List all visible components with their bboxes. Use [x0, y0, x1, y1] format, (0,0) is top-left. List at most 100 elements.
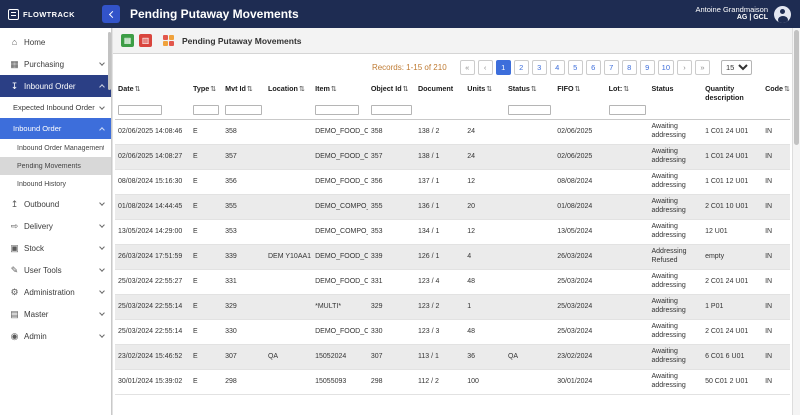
page-button-7[interactable]: 7 — [604, 60, 619, 75]
next-page-button[interactable]: › — [677, 60, 692, 75]
page-button-10[interactable]: 10 — [658, 60, 674, 75]
column-header-fifo[interactable]: FIFO⇅ — [554, 81, 605, 103]
cell-lot — [606, 294, 649, 319]
back-button[interactable] — [102, 5, 120, 23]
sort-icon[interactable]: ⇅ — [623, 86, 629, 93]
chevron-down-icon — [99, 310, 105, 316]
sidebar-item-administration[interactable]: ⚙Administration — [0, 281, 111, 303]
cell-date: 02/06/2025 14:08:27 — [115, 144, 190, 169]
cell-fifo: 25/03/2024 — [554, 319, 605, 344]
first-page-button[interactable]: « — [460, 60, 475, 75]
sidebar-item-admin[interactable]: ◉Admin — [0, 325, 111, 347]
sidebar-item-user-tools[interactable]: ✎User Tools — [0, 259, 111, 281]
cell-document: 137 / 1 — [415, 169, 464, 194]
column-header-object-id[interactable]: Object Id⇅ — [368, 81, 415, 103]
cell-units: 20 — [464, 194, 505, 219]
sort-icon[interactable]: ⇅ — [403, 86, 409, 93]
cell-mvt-id: 298 — [222, 369, 265, 394]
prev-page-button[interactable]: ‹ — [478, 60, 493, 75]
page-button-9[interactable]: 9 — [640, 60, 655, 75]
sort-icon[interactable]: ⇅ — [210, 86, 216, 93]
page-button-4[interactable]: 4 — [550, 60, 565, 75]
table-row[interactable]: 25/03/2024 22:55:14E329*MULTI*329123 / 2… — [115, 294, 790, 319]
table-row[interactable]: 30/01/2024 15:39:02E29815055093298112 / … — [115, 369, 790, 394]
page-button-5[interactable]: 5 — [568, 60, 583, 75]
page-size-select[interactable]: 15 — [721, 60, 752, 75]
filter-cell — [702, 103, 762, 119]
filter-input-type[interactable] — [193, 105, 219, 115]
sort-icon[interactable]: ⇅ — [784, 86, 790, 93]
vertical-scrollbar[interactable] — [792, 28, 800, 415]
column-header-status[interactable]: Status⇅ — [505, 81, 554, 103]
column-header-units[interactable]: Units⇅ — [464, 81, 505, 103]
sidebar-item-inbound-history[interactable]: Inbound History — [0, 175, 111, 193]
sidebar-item-master[interactable]: ▤Master — [0, 303, 111, 325]
table-row[interactable]: 01/08/2024 14:44:45E355DEMO_COMPO_I35513… — [115, 194, 790, 219]
cell-quantity-description: 2 C01 24 U01 — [702, 269, 762, 294]
sort-icon[interactable]: ⇅ — [486, 86, 492, 93]
column-header-lot[interactable]: Lot:⇅ — [606, 81, 649, 103]
sort-icon[interactable]: ⇅ — [299, 86, 305, 93]
pdf-export-button[interactable]: ▥ — [139, 34, 152, 47]
cell-location — [265, 319, 312, 344]
cell-units: 48 — [464, 269, 505, 294]
filter-input-mvt-id[interactable] — [225, 105, 262, 115]
column-header-code[interactable]: Code⇅ — [762, 81, 790, 103]
cell-units: 24 — [464, 119, 505, 144]
table-row[interactable]: 02/06/2025 14:08:46E358DEMO_FOOD_CA35813… — [115, 119, 790, 144]
page-button-6[interactable]: 6 — [586, 60, 601, 75]
column-header-type[interactable]: Type⇅ — [190, 81, 222, 103]
main-content: ▦ ▥ Pending Putaway Movements Records: 1… — [113, 28, 792, 415]
column-label: Quantity description — [705, 84, 744, 102]
sidebar-item-inbound-order[interactable]: ↧Inbound Order — [0, 75, 111, 97]
sidebar-item-pending-movements[interactable]: Pending Movements — [0, 157, 111, 175]
user-name: Antoine Grandmaison — [695, 5, 768, 14]
cell-status — [505, 194, 554, 219]
table-row[interactable]: 25/03/2024 22:55:14E330DEMO_FOOD_CA33012… — [115, 319, 790, 344]
sort-icon[interactable]: ⇅ — [575, 86, 581, 93]
sort-icon[interactable]: ⇅ — [531, 86, 537, 93]
page-button-1[interactable]: 1 — [496, 60, 511, 75]
sidebar-item-purchasing[interactable]: ▦Purchasing — [0, 53, 111, 75]
sort-icon[interactable]: ⇅ — [247, 86, 253, 93]
user-avatar[interactable] — [774, 6, 791, 23]
table-row[interactable]: 13/05/2024 14:29:00E353DEMO_COMPO_I35313… — [115, 219, 790, 244]
table-row[interactable]: 25/03/2024 22:55:27E331DEMO_FOOD_CA33112… — [115, 269, 790, 294]
sort-icon[interactable]: ⇅ — [331, 86, 337, 93]
flowtrack-logo: FLOWTRACK — [0, 9, 96, 20]
column-header-date[interactable]: Date⇅ — [115, 81, 190, 103]
sidebar-item-outbound[interactable]: ↥Outbound — [0, 193, 111, 215]
filter-input-lot[interactable] — [609, 105, 646, 115]
sidebar-item-delivery[interactable]: ⇨Delivery — [0, 215, 111, 237]
sidebar-item-inbound-order[interactable]: Inbound Order — [0, 118, 111, 139]
last-page-button[interactable]: » — [695, 60, 710, 75]
table-container: Date⇅Type⇅Mvt Id⇅Location⇅Item⇅Object Id… — [113, 81, 792, 415]
column-label: Type — [193, 84, 209, 93]
table-row[interactable]: 02/06/2025 14:08:27E357DEMO_FOOD_CA35713… — [115, 144, 790, 169]
table-row[interactable]: 08/08/2024 15:16:30E356DEMO_FOOD_C356137… — [115, 169, 790, 194]
sidebar-item-expected-inbound-order[interactable]: Expected Inbound Order — [0, 97, 111, 118]
table-row[interactable]: 26/03/2024 17:51:59E339DEM Y10AA1DEMO_FO… — [115, 244, 790, 269]
column-header-location[interactable]: Location⇅ — [265, 81, 312, 103]
sidebar-item-home[interactable]: ⌂Home — [0, 31, 111, 53]
scrollbar-thumb[interactable] — [794, 30, 799, 145]
excel-export-button[interactable]: ▦ — [121, 34, 134, 47]
column-header-mvt-id[interactable]: Mvt Id⇅ — [222, 81, 265, 103]
page-button-3[interactable]: 3 — [532, 60, 547, 75]
table-row[interactable]: 23/02/2024 15:46:52E307QA15052024307113 … — [115, 344, 790, 369]
chevron-up-icon — [99, 127, 105, 133]
page-button-8[interactable]: 8 — [622, 60, 637, 75]
filter-input-item[interactable] — [315, 105, 359, 115]
filter-input-object-id[interactable] — [371, 105, 412, 115]
cell-fifo: 26/03/2024 — [554, 244, 605, 269]
sidebar-item-stock[interactable]: ▣Stock — [0, 237, 111, 259]
page-button-2[interactable]: 2 — [514, 60, 529, 75]
sidebar-item-inbound-order-management[interactable]: Inbound Order Management — [0, 139, 111, 157]
cell-code: IN — [762, 294, 790, 319]
sort-icon[interactable]: ⇅ — [135, 86, 141, 93]
sidebar-scrollbar-thumb[interactable] — [108, 32, 111, 90]
filter-input-date[interactable] — [118, 105, 162, 115]
column-header-item[interactable]: Item⇅ — [312, 81, 368, 103]
filter-input-status[interactable] — [508, 105, 551, 115]
sidebar-item-label: Expected Inbound Order — [13, 103, 96, 112]
